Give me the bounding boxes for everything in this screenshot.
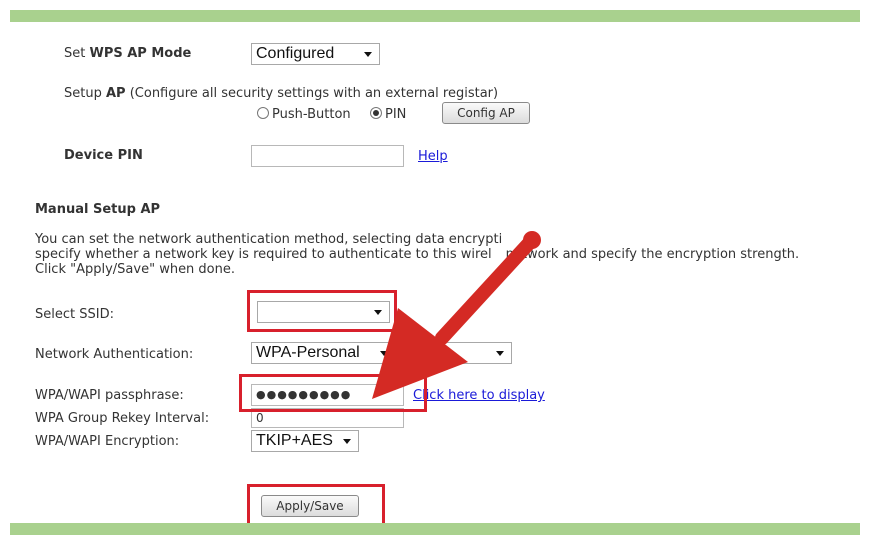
bottom-banner — [10, 523, 860, 535]
red-arrow-icon — [372, 231, 541, 399]
